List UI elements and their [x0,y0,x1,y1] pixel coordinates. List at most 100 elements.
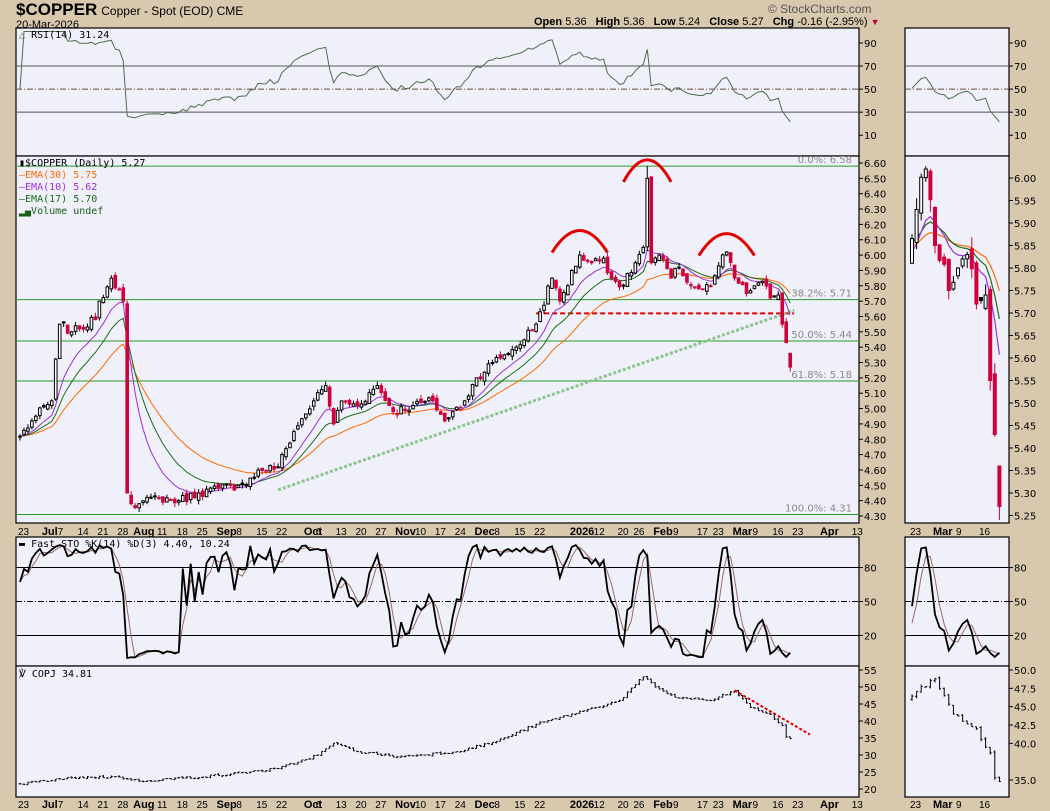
candle-body [137,503,141,509]
candle-body [129,494,133,505]
candle-body [117,288,122,291]
candle-body [454,406,459,410]
candle-body [510,349,515,357]
date-label: 17 [435,800,447,811]
price-candle [712,274,717,285]
copj-tick-label: 20 [864,785,877,796]
date-label: 22 [534,800,546,811]
candle-body [653,257,658,263]
mini-rsi-tick-label: 90 [1014,39,1027,50]
close-value: 5.27 [742,16,764,28]
candle-body [988,289,993,382]
candle-body [419,398,423,404]
candle-body [216,483,221,489]
ohlc-summary: Open 5.36 High 5.36 Low 5.24 Close 5.27 … [528,16,879,28]
date-label: 25 [197,800,209,811]
price-candle [534,322,538,333]
open-value: 5.36 [565,16,587,28]
candle-body [335,409,340,423]
candle-body [359,403,364,408]
mini-price-candle [910,234,914,264]
candle-body [161,496,165,503]
candle-body [577,254,582,268]
candle-body [165,497,169,503]
candle-body [756,282,761,286]
candle-body [685,273,689,283]
candle-body [542,304,546,311]
price-candle [625,272,630,288]
volume-legend: Volume undef [31,206,104,217]
mini-price-tick-label: 5.60 [1014,354,1036,365]
mini-price-tick-label: 5.45 [1014,422,1036,433]
mini-date-label: 23 [910,527,922,538]
high-value: 5.36 [623,16,645,28]
candle-body [772,295,777,298]
copj-tick-label: 50 [864,683,877,694]
price-tick-label: 4.60 [864,466,886,477]
copj-legend: ℣ COPJ 34.81 [19,669,92,681]
date-label: 7 [58,800,64,811]
candle-body [308,408,312,415]
price-tick-label: 4.30 [864,512,886,523]
sto-legend-text: Fast STO %K(14) %D(3) 4.40, 10.24 [31,539,230,550]
candle-body [530,329,534,332]
candle-body [562,291,566,303]
price-candle [570,269,574,286]
candle-body [427,397,431,402]
date-label: 8 [494,527,500,538]
rsi-tick-label: 50 [864,85,877,96]
candle-body [474,377,479,387]
candle-body [450,411,455,418]
date-label: 17 [697,800,709,811]
date-label: 26 [633,800,645,811]
candle-body [109,277,114,290]
copj-bar [423,754,427,756]
candle-body [538,311,542,322]
date-label: 20 [617,527,629,538]
candle-body [486,363,491,374]
mini-price-tick-label: 5.50 [1014,399,1036,410]
date-label: 26 [633,527,645,538]
copj-tick-label: 35 [864,734,877,745]
candle-body [18,435,22,438]
candle-body [89,316,94,330]
rsi-legend: △ RSI(14) 31.24 [19,30,109,42]
price-candle [292,429,296,443]
candle-body [641,246,646,254]
date-label: 13 [852,527,864,538]
mini-rsi-tick-label: 10 [1014,131,1027,142]
mini-price-tick-label: 5.25 [1014,512,1036,523]
candle-body [319,389,324,395]
ohlc-bar [113,776,117,778]
candle-body [983,294,988,309]
date-label: 7 [58,527,64,538]
candle-body [375,385,380,389]
date-label: 10 [415,800,427,811]
candle-body [657,254,661,262]
candle-body [304,413,308,419]
candle-body [73,325,78,332]
date-label: Nov [395,526,417,538]
date-label: 8 [494,800,500,811]
date-label: 24 [455,800,467,811]
candle-body [105,286,110,298]
candle-body [661,255,665,260]
price-tick-label: 5.30 [864,359,886,370]
candle-body [331,408,336,425]
mini-sto-tick-label: 20 [1014,631,1027,642]
candle-body [323,385,328,392]
mini-copj-tick-label: 42.5 [1014,721,1036,732]
candle-body [228,483,233,486]
mini-price-candle [919,173,924,221]
copj-tick-label: 40 [864,717,877,728]
price-candle [280,452,284,472]
price-candle [105,285,110,299]
date-label: 13 [336,527,348,538]
candle-body [776,294,781,301]
copj-bar [113,776,117,778]
mini-price-tick-label: 6.00 [1014,174,1036,185]
candle-body [637,253,642,265]
candle-body [764,278,769,287]
candle-body [169,498,173,501]
date-label: Sep [217,799,237,811]
